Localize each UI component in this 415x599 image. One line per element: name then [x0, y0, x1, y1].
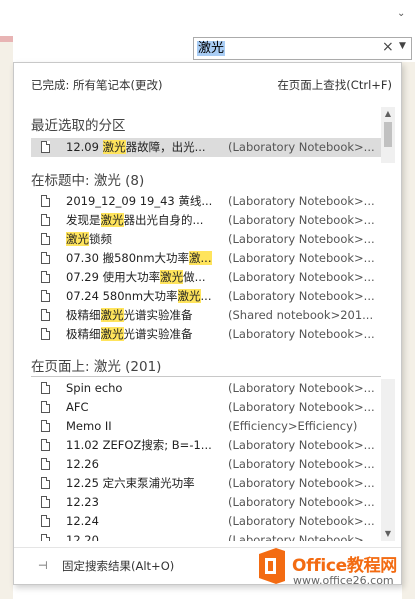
result-row[interactable]: Spin echo (Laboratory Notebook>...: [31, 379, 381, 398]
result-location: (Laboratory Notebook>...: [228, 327, 375, 341]
result-location: (Laboratory Notebook>...: [228, 270, 375, 284]
result-title: AFC: [66, 400, 89, 414]
page-icon: [41, 195, 50, 207]
result-row[interactable]: 07.29 使用大功率激光做... (Laboratory Notebook>.…: [31, 268, 381, 287]
recent-section-heading: 最近选取的分区: [31, 118, 126, 134]
result-title: 发现是激光器出光自身的...: [66, 213, 204, 227]
scope-dropdown-icon[interactable]: ▼: [399, 41, 406, 51]
result-location: (Laboratory Notebook>...: [228, 213, 375, 227]
result-title: 激光锁频: [66, 232, 112, 246]
section-tab-marker: [0, 36, 13, 42]
result-location: (Laboratory Notebook>...: [228, 476, 375, 490]
result-row[interactable]: 07.24 580nm大功率激光... (Laboratory Notebook…: [31, 287, 381, 306]
close-icon[interactable]: ×: [382, 39, 394, 55]
search-query-text[interactable]: 激光: [197, 41, 226, 56]
chevron-down-icon[interactable]: ⌄: [397, 8, 405, 19]
scrollbar-thumb[interactable]: [384, 122, 392, 147]
result-title: 07.24 580nm大功率激光...: [66, 289, 212, 303]
result-location: (Laboratory Notebook>...: [228, 495, 375, 509]
page-icon: [41, 515, 50, 527]
result-location: (Laboratory Notebook>...: [228, 400, 375, 414]
page-icon: [41, 420, 50, 432]
office-logo-icon: [259, 548, 285, 584]
result-location: (Laboratory Notebook>...: [228, 289, 375, 303]
title-bar: ⌄: [0, 0, 415, 36]
pin-icon[interactable]: ⊣: [38, 559, 48, 572]
result-location: (Laboratory Notebook>...: [228, 457, 375, 471]
result-row[interactable]: 07.30 搬580nm大功率激... (Laboratory Notebook…: [31, 249, 381, 268]
page-background-left: [0, 36, 13, 599]
page-icon: [41, 252, 50, 264]
result-row[interactable]: 发现是激光器出光自身的... (Laboratory Notebook>...: [31, 211, 381, 230]
result-title: 12.25 定六束泵浦光功率: [66, 476, 195, 490]
result-row[interactable]: 12.09 激光器故障，出光... (Laboratory Notebook>.…: [31, 138, 381, 157]
page-icon: [41, 233, 50, 245]
result-location: (Laboratory Notebook>...: [228, 381, 375, 395]
result-title: 2019_12_09 19_43 黄线...: [66, 194, 213, 208]
page-icon: [41, 458, 50, 470]
scroll-down-icon[interactable]: ▼: [381, 527, 395, 541]
result-location: (Laboratory Notebook>...: [228, 533, 375, 541]
page-icon: [41, 477, 50, 489]
search-input[interactable]: 激光 × ▼: [193, 37, 412, 60]
page-matches-heading: 在页面上: 激光 (201): [31, 359, 162, 375]
result-location: (Laboratory Notebook>...: [228, 232, 375, 246]
result-row[interactable]: 11.02 ZEFOZ搜索; B=-1... (Laboratory Noteb…: [31, 436, 381, 455]
recent-scrollbar[interactable]: ▲: [381, 107, 395, 163]
page-background-right: [402, 62, 415, 599]
result-title: Memo II: [66, 419, 112, 433]
result-row[interactable]: 12.24 (Laboratory Notebook>...: [31, 512, 381, 531]
scroll-up-icon[interactable]: ▲: [381, 107, 395, 121]
result-title: 12.20: [66, 533, 99, 541]
result-row[interactable]: 12.20 (Laboratory Notebook>...: [31, 531, 381, 541]
result-row[interactable]: 12.23 (Laboratory Notebook>...: [31, 493, 381, 512]
result-row[interactable]: 2019_12_09 19_43 黄线... (Laboratory Noteb…: [31, 192, 381, 211]
result-title: 12.09 激光器故障，出光...: [66, 140, 206, 154]
page-icon: [41, 401, 50, 413]
result-location: (Laboratory Notebook>...: [228, 514, 375, 528]
result-row[interactable]: AFC (Laboratory Notebook>...: [31, 398, 381, 417]
find-on-page-link[interactable]: 在页面上查找(Ctrl+F): [277, 77, 392, 93]
result-title: 12.24: [66, 514, 99, 528]
title-matches-heading: 在标题中: 激光 (8): [31, 173, 145, 189]
result-location: (Laboratory Notebook>...: [228, 140, 375, 154]
result-title: Spin echo: [66, 381, 123, 395]
page-icon: [41, 290, 50, 302]
result-location: (Laboratory Notebook>...: [228, 251, 375, 265]
result-row[interactable]: 极精细激光光谱实验准备 (Laboratory Notebook>...: [31, 325, 381, 344]
page-icon: [41, 271, 50, 283]
watermark-url: www.office26.com: [293, 574, 394, 587]
watermark-brand: Office教程网: [292, 556, 397, 576]
result-row[interactable]: Memo II (Efficiency>Efficiency): [31, 417, 381, 436]
result-title: 极精细激光光谱实验准备: [66, 327, 193, 341]
result-location: (Laboratory Notebook>...: [228, 438, 375, 452]
result-row[interactable]: 激光锁频 (Laboratory Notebook>...: [31, 230, 381, 249]
result-title: 极精细激光光谱实验准备: [66, 308, 193, 322]
section-divider: [31, 376, 381, 377]
page-icon: [41, 496, 50, 508]
page-results-scrollbar[interactable]: ▼: [381, 379, 395, 541]
result-title: 12.23: [66, 495, 99, 509]
search-results-panel: 已完成: 所有笔记本(更改) 在页面上查找(Ctrl+F) ▲ 最近选取的分区 …: [13, 62, 402, 585]
result-location: (Laboratory Notebook>...: [228, 194, 375, 208]
page-icon: [41, 382, 50, 394]
result-row[interactable]: 12.25 定六束泵浦光功率 (Laboratory Notebook>...: [31, 474, 381, 493]
result-row[interactable]: 12.26 (Laboratory Notebook>...: [31, 455, 381, 474]
pin-results-link[interactable]: 固定搜索结果(Alt+O): [62, 558, 174, 574]
search-scope-link[interactable]: 已完成: 所有笔记本(更改): [31, 77, 163, 93]
result-location: (Shared notebook>201...: [228, 308, 374, 322]
result-title: 11.02 ZEFOZ搜索; B=-1...: [66, 438, 212, 452]
page-icon: [41, 214, 50, 226]
page-icon: [41, 309, 50, 321]
result-row[interactable]: 极精细激光光谱实验准备 (Shared notebook>201...: [31, 306, 381, 325]
result-title: 07.30 搬580nm大功率激...: [66, 251, 212, 265]
page-icon: [41, 534, 50, 541]
result-location: (Efficiency>Efficiency): [228, 419, 358, 433]
page-icon: [41, 141, 50, 153]
result-title: 07.29 使用大功率激光做...: [66, 270, 206, 284]
watermark: Office教程网 www.office26.com: [256, 546, 411, 594]
page-icon: [41, 439, 50, 451]
result-title: 12.26: [66, 457, 99, 471]
page-icon: [41, 328, 50, 340]
